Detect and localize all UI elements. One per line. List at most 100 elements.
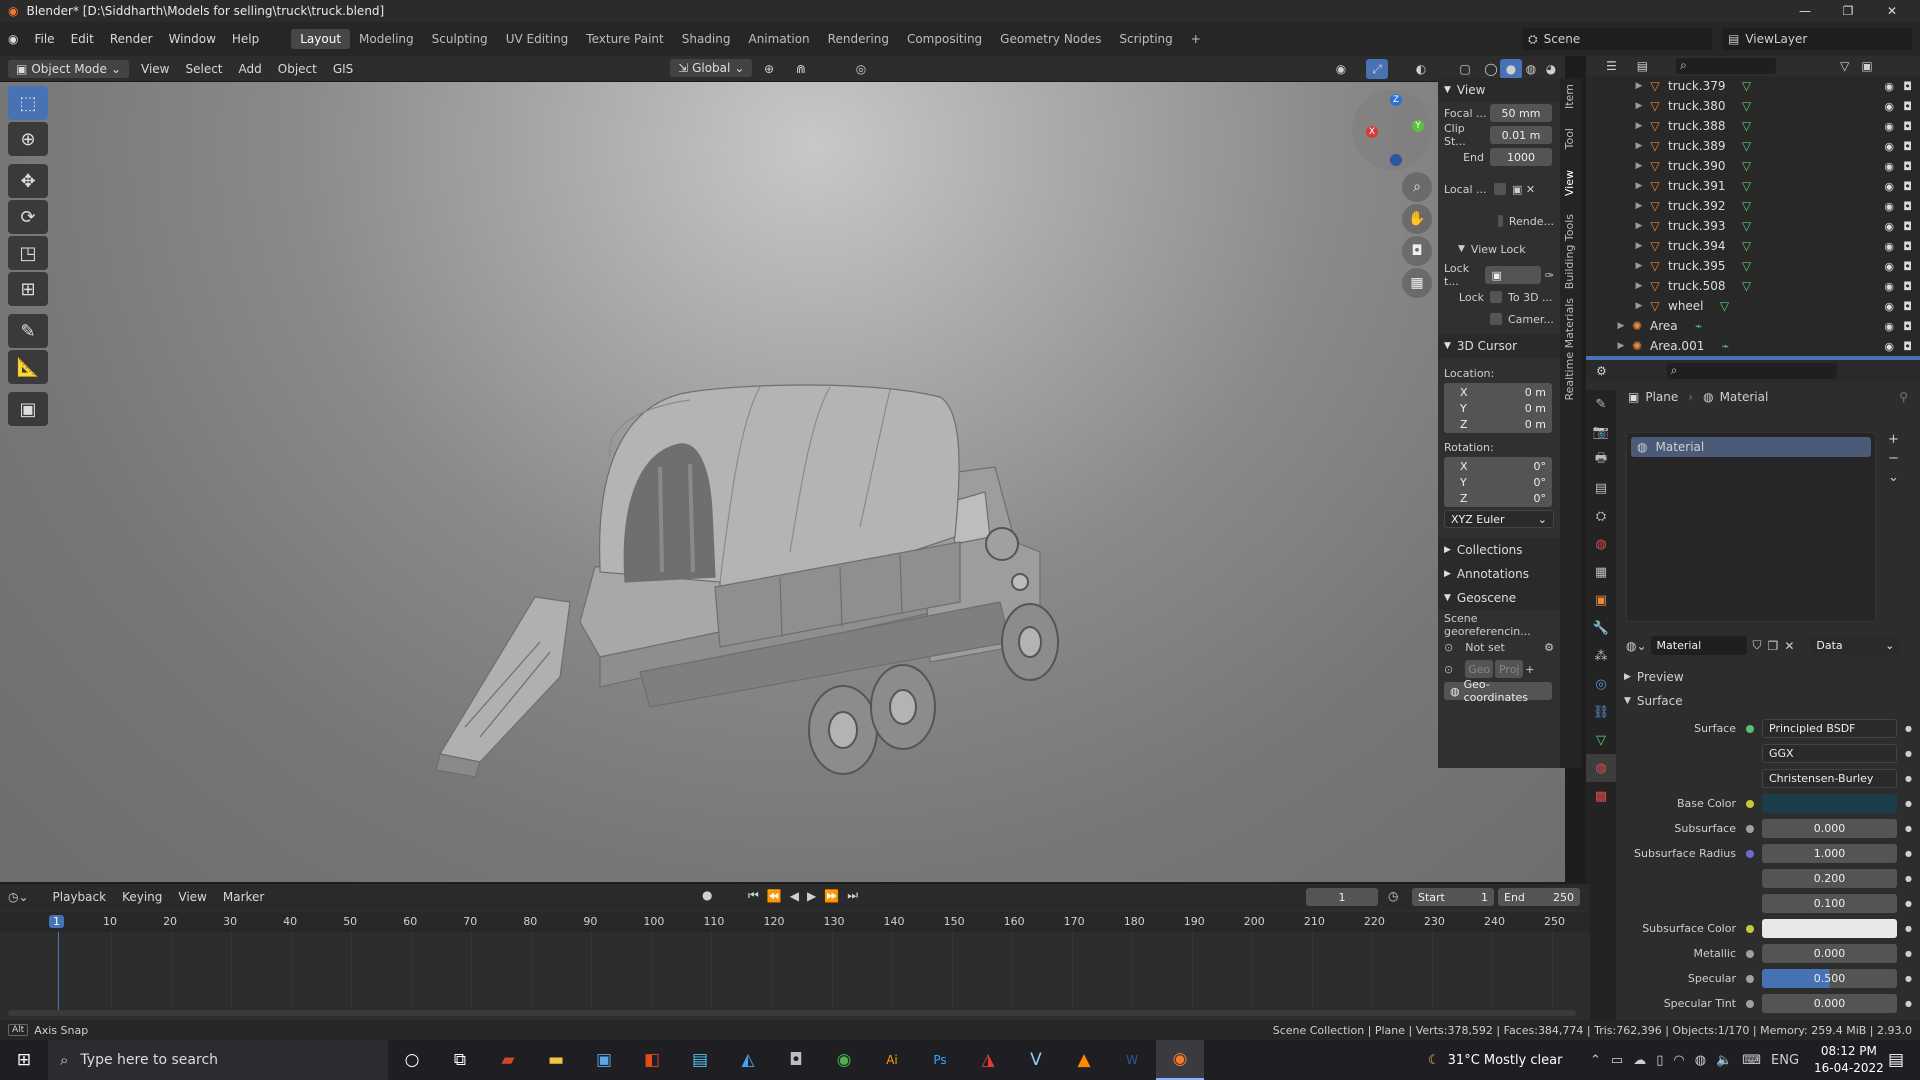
chrome-icon[interactable]: ◉ — [820, 1040, 868, 1080]
camera-render-icon[interactable]: ◘ — [1903, 100, 1912, 113]
keyframe-dot-icon[interactable]: ● — [1905, 899, 1912, 908]
eye-icon[interactable]: ◉ — [1884, 300, 1894, 313]
clip-end-field[interactable]: 1000 — [1490, 148, 1552, 166]
lock-to-3d-cursor-checkbox[interactable] — [1490, 291, 1502, 303]
keyframe-dot-icon[interactable]: ● — [1905, 749, 1912, 758]
keyframe-dot-icon[interactable]: ● — [1905, 999, 1912, 1008]
clip-start-field[interactable]: 0.01 m — [1490, 126, 1552, 144]
workspace-tab-rendering[interactable]: Rendering — [819, 29, 898, 49]
tab-realtime-materials[interactable]: Realtime Materials — [1563, 298, 1576, 400]
world-tab-icon[interactable]: ◍ — [1586, 530, 1616, 558]
new-collection-icon[interactable]: ▣ — [1861, 59, 1872, 73]
view-section-header[interactable]: ▼ View — [1438, 78, 1560, 102]
eye-icon[interactable]: ◉ — [1884, 200, 1894, 213]
rotate-tool-icon[interactable]: ⟳ — [8, 200, 48, 234]
outliner-item[interactable]: ▶ ▽ wheel ▽ ◉ ◘ — [1586, 296, 1920, 316]
expand-triangle-icon[interactable]: ▶ — [1632, 261, 1646, 271]
task-view-icon[interactable]: ⧉ — [436, 1040, 484, 1080]
timeline-menu-marker[interactable]: Marker — [215, 890, 272, 904]
preview-range-icon[interactable]: ◷ — [1388, 889, 1398, 903]
gear-icon[interactable]: ⚙ — [1544, 641, 1554, 654]
ortho-grid-icon[interactable]: ▦ — [1402, 268, 1432, 298]
battery-icon[interactable]: ▯ — [1656, 1053, 1663, 1068]
workspace-tab-scripting[interactable]: Scripting — [1110, 29, 1181, 49]
slot-menu-chevron-icon[interactable]: ⌄ — [1888, 470, 1899, 485]
keyboard-icon[interactable]: ⌨ — [1742, 1053, 1761, 1068]
notifications-icon[interactable]: ▤ — [1876, 1040, 1916, 1080]
start-frame-field[interactable]: Start 1 — [1412, 888, 1494, 906]
vlc-icon[interactable]: ▲ — [1060, 1040, 1108, 1080]
photoshop-icon[interactable]: Ps — [916, 1040, 964, 1080]
keyframe-dot-icon[interactable]: ● — [1905, 974, 1912, 983]
gizmo-z-axis[interactable]: Z — [1390, 94, 1402, 106]
keyframe-dot-icon[interactable]: ● — [1905, 924, 1912, 933]
jump-start-icon[interactable]: ⏮ — [748, 888, 759, 903]
timeline-menu-keying[interactable]: Keying — [114, 890, 170, 904]
property-field[interactable]: GGX — [1762, 744, 1897, 763]
menu-window[interactable]: Window — [161, 32, 224, 46]
tab-view[interactable]: View — [1563, 170, 1576, 196]
local-camera-checkbox[interactable] — [1494, 183, 1506, 195]
workspace-tab-uv-editing[interactable]: UV Editing — [497, 29, 578, 49]
tray-chevron-up-icon[interactable]: ⌃ — [1590, 1053, 1601, 1068]
cursor-rotation-field[interactable]: Z 0° — [1444, 489, 1552, 507]
wireframe-shading-icon[interactable]: ◯ — [1480, 59, 1502, 79]
remove-slot-icon[interactable]: − — [1888, 451, 1899, 466]
expand-triangle-icon[interactable]: ▶ — [1614, 341, 1628, 351]
view-layer-tab-icon[interactable]: ▤ — [1586, 474, 1616, 502]
plus-icon[interactable]: + — [1525, 663, 1534, 676]
store-icon[interactable]: ▣ — [580, 1040, 628, 1080]
camera-render-icon[interactable]: ◘ — [1903, 320, 1912, 333]
camera-render-icon[interactable]: ◘ — [1903, 260, 1912, 273]
app-icon-grey[interactable]: ◘ — [772, 1040, 820, 1080]
filter-icon[interactable]: ▽ — [1840, 59, 1849, 73]
camera-render-icon[interactable]: ◘ — [1903, 180, 1912, 193]
record-icon[interactable]: ● — [702, 888, 712, 902]
blender-taskbar-icon[interactable]: ◉ — [1156, 1040, 1204, 1080]
close-button[interactable]: ✕ — [1872, 0, 1912, 22]
scale-tool-icon[interactable]: ◳ — [8, 236, 48, 270]
weather-widget[interactable]: ☾ 31°C Mostly clear — [1428, 1040, 1562, 1080]
material-name-field[interactable]: Material — [1650, 636, 1747, 655]
workspace-tab-texture-paint[interactable]: Texture Paint — [577, 29, 672, 49]
menu-render[interactable]: Render — [102, 32, 161, 46]
pan-hand-icon[interactable]: ✋ — [1402, 204, 1432, 234]
keyframe-dot-icon[interactable]: ● — [1905, 849, 1912, 858]
expand-triangle-icon[interactable]: ▶ — [1632, 221, 1646, 231]
property-field[interactable]: 1.000 — [1762, 844, 1897, 863]
physics-tab-icon[interactable]: ◎ — [1586, 670, 1616, 698]
surface-panel-header[interactable]: ▼ Surface — [1624, 694, 1683, 708]
gizmo-neg-z-axis[interactable] — [1390, 154, 1402, 166]
end-frame-field[interactable]: End 250 — [1498, 888, 1580, 906]
keyframe-dot-icon[interactable]: ● — [1905, 949, 1912, 958]
collection-tab-icon[interactable]: ▦ — [1586, 558, 1616, 586]
property-field[interactable]: 0.500 — [1762, 969, 1897, 988]
material-shading-icon[interactable]: ◍ — [1520, 59, 1542, 79]
outliner-light-item[interactable]: ▶ ✺ Area ⌁ ◉ ◘ — [1586, 316, 1920, 336]
camera-render-icon[interactable]: ◘ — [1903, 340, 1912, 353]
camera-render-icon[interactable]: ◘ — [1903, 160, 1912, 173]
camera-render-icon[interactable]: ◘ — [1903, 280, 1912, 293]
lock-to-object-field[interactable]: ▣ — [1485, 266, 1541, 284]
outliner-search-input[interactable]: ⌕ — [1676, 58, 1777, 74]
eye-icon[interactable]: ◉ — [1884, 280, 1894, 293]
tab-tool[interactable]: Tool — [1563, 128, 1576, 149]
eye-icon[interactable]: ◉ — [1884, 160, 1894, 173]
properties-search-input[interactable]: ⌕ — [1666, 363, 1837, 379]
annotate-tool-icon[interactable]: ✎ — [8, 314, 48, 348]
collections-section-header[interactable]: ▶ Collections — [1438, 538, 1560, 562]
expand-triangle-icon[interactable]: ▶ — [1632, 101, 1646, 111]
next-keyframe-icon[interactable]: ⏩ — [824, 889, 839, 903]
outliner-item[interactable]: ▶ ▽ truck.391 ▽ ◉ ◘ — [1586, 176, 1920, 196]
globe-icon[interactable]: ◍ — [1695, 1053, 1706, 1068]
material-browse-icon[interactable]: ◍⌄ — [1626, 639, 1647, 653]
tab-item[interactable]: Item — [1563, 84, 1576, 109]
keyframe-dot-icon[interactable]: ● — [1905, 724, 1912, 733]
cursor-location-field[interactable]: Z 0 m — [1444, 415, 1552, 433]
object-mode-dropdown[interactable]: ▣ Object Mode ⌄ — [8, 59, 129, 78]
eye-icon[interactable]: ◉ — [1884, 220, 1894, 233]
workspace-tab-layout[interactable]: Layout — [291, 29, 351, 49]
scene-tab-icon[interactable]: ⛭ — [1586, 502, 1616, 530]
fake-user-shield-icon[interactable]: ⛉ — [1753, 638, 1762, 653]
network-icon[interactable]: ◠ — [1673, 1053, 1684, 1068]
